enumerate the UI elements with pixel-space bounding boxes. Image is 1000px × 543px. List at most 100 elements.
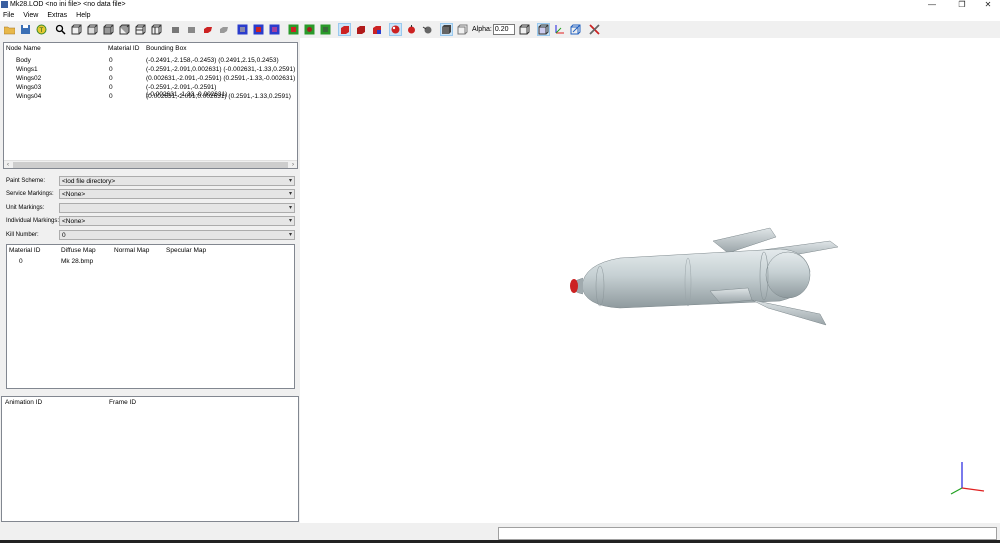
shaded-icon bbox=[172, 27, 179, 33]
menu-view[interactable]: View bbox=[23, 12, 38, 19]
axes-toggle-button[interactable] bbox=[553, 23, 566, 36]
view-back-button[interactable] bbox=[86, 23, 99, 36]
restore-button[interactable]: ❐ bbox=[952, 0, 972, 9]
settings-button[interactable] bbox=[588, 23, 601, 36]
animation-list[interactable]: Animation ID Frame ID bbox=[1, 396, 299, 522]
save-icon bbox=[21, 25, 30, 34]
column-header-node-name[interactable]: Node Name bbox=[6, 45, 41, 52]
unit-markings-select[interactable]: ▾ bbox=[59, 203, 295, 213]
light-2-button[interactable] bbox=[405, 23, 418, 36]
toolbar: T Alpha: 0.20 bbox=[0, 21, 1000, 38]
view-bottom-button[interactable] bbox=[150, 23, 163, 36]
light-3-button[interactable] bbox=[421, 23, 434, 36]
node-row-material: 0 bbox=[109, 75, 113, 82]
light-icon bbox=[408, 25, 415, 34]
service-markings-label: Service Markings: bbox=[6, 191, 54, 197]
column-header-diffuse-map[interactable]: Diffuse Map bbox=[61, 247, 96, 254]
shade-gray-button[interactable] bbox=[217, 23, 230, 36]
column-header-specular-map[interactable]: Specular Map bbox=[166, 247, 206, 254]
settings-icon bbox=[589, 24, 600, 35]
shaded-icon bbox=[188, 27, 195, 33]
minimize-button[interactable]: — bbox=[922, 0, 942, 9]
view-right-button[interactable] bbox=[118, 23, 131, 36]
green-frame-button[interactable] bbox=[287, 23, 300, 36]
node-list-scrollbar[interactable]: ‹ › bbox=[4, 160, 297, 168]
title-bar: Mk28.LOD <no ini file> <no data file> bbox=[0, 0, 1000, 9]
node-row-bbox: (0.002631,-2.091,-0.2591) (0.2591,-1.33,… bbox=[146, 75, 296, 82]
save-button[interactable] bbox=[19, 23, 32, 36]
shade-smooth-button[interactable] bbox=[185, 23, 198, 36]
chevron-down-icon: ▾ bbox=[288, 218, 292, 224]
red-blue-button[interactable] bbox=[370, 23, 383, 36]
node-row-name[interactable]: Wings02 bbox=[16, 75, 41, 82]
green-frame-3-button[interactable] bbox=[319, 23, 332, 36]
material-row-diffuse: Mk 28.bmp bbox=[61, 258, 94, 265]
menu-bar: File View Extras Help bbox=[0, 9, 1000, 21]
column-header-frame-id[interactable]: Frame ID bbox=[109, 399, 136, 406]
wireframe-icon bbox=[87, 24, 98, 35]
kill-number-label: Kill Number: bbox=[6, 232, 39, 238]
alpha-label: Alpha: bbox=[472, 26, 492, 33]
color-cube-icon bbox=[570, 24, 581, 35]
bbox-blue-button[interactable] bbox=[236, 23, 249, 36]
material-list[interactable]: Material ID Diffuse Map Normal Map Specu… bbox=[6, 244, 295, 389]
menu-extras[interactable]: Extras bbox=[47, 12, 67, 19]
open-button[interactable] bbox=[3, 23, 16, 36]
node-list[interactable]: Node Name Material ID Bounding Box Body … bbox=[3, 42, 298, 169]
column-header-normal-map[interactable]: Normal Map bbox=[114, 247, 149, 254]
view-top-button[interactable] bbox=[134, 23, 147, 36]
light-1-button[interactable] bbox=[389, 23, 402, 36]
3d-viewport[interactable] bbox=[300, 38, 1000, 523]
node-row-material: 0 bbox=[109, 57, 113, 64]
bounding-box-icon bbox=[519, 24, 530, 35]
zoom-fit-button[interactable] bbox=[54, 23, 67, 36]
close-button[interactable]: ✕ bbox=[978, 0, 998, 9]
red-object-button[interactable] bbox=[338, 23, 351, 36]
bbox-red-button[interactable] bbox=[252, 23, 265, 36]
unit-markings-label: Unit Markings: bbox=[6, 205, 45, 211]
shade-red-button[interactable] bbox=[201, 23, 214, 36]
color-cube-icon bbox=[457, 24, 468, 35]
node-row-bbox: (-0.2591,-2.091,0.002631) (-0.002631,-1.… bbox=[146, 66, 296, 73]
node-row-name[interactable]: Wings04 bbox=[16, 93, 41, 100]
service-markings-select[interactable]: <None> ▾ bbox=[59, 189, 295, 199]
bounding-box-icon bbox=[288, 24, 299, 35]
individual-markings-select[interactable]: <None> ▾ bbox=[59, 216, 295, 226]
material-row-id[interactable]: 0 bbox=[19, 258, 23, 265]
nose-tip bbox=[570, 279, 578, 293]
grid-toggle-button[interactable] bbox=[536, 23, 550, 36]
svg-text:T: T bbox=[39, 27, 44, 34]
red-object-2-button[interactable] bbox=[354, 23, 367, 36]
column-header-animation-id[interactable]: Animation ID bbox=[5, 399, 42, 406]
menu-file[interactable]: File bbox=[3, 12, 14, 19]
paint-scheme-value: <lod file directory> bbox=[62, 177, 116, 185]
bbox-purple-button[interactable] bbox=[268, 23, 281, 36]
shaded-icon bbox=[373, 26, 381, 34]
solid-cube-button[interactable] bbox=[440, 23, 453, 36]
menu-help[interactable]: Help bbox=[76, 12, 90, 19]
view-front-button[interactable] bbox=[70, 23, 83, 36]
texture-button[interactable]: T bbox=[35, 23, 48, 36]
kill-number-select[interactable]: 0 ▾ bbox=[59, 230, 295, 240]
normals-toggle-button[interactable] bbox=[569, 23, 582, 36]
column-header-bounding-box[interactable]: Bounding Box bbox=[146, 45, 186, 52]
bbox-toggle-button[interactable] bbox=[518, 23, 531, 36]
node-row-name[interactable]: Body bbox=[16, 57, 31, 64]
scroll-thumb[interactable] bbox=[13, 162, 288, 168]
paint-scheme-select[interactable]: <lod file directory> ▾ bbox=[59, 176, 295, 186]
scroll-left-icon[interactable]: ‹ bbox=[4, 161, 12, 169]
column-header-material-id[interactable]: Material ID bbox=[9, 247, 40, 254]
scroll-right-icon[interactable]: › bbox=[289, 161, 297, 169]
shaded-icon bbox=[220, 27, 228, 33]
shade-flat-button[interactable] bbox=[169, 23, 182, 36]
shaded-icon bbox=[341, 26, 349, 34]
node-row-name[interactable]: Wings1 bbox=[16, 66, 38, 73]
column-header-material-id[interactable]: Material ID bbox=[108, 45, 139, 52]
node-row-material: 0 bbox=[109, 66, 113, 73]
open-folder-icon bbox=[4, 26, 15, 35]
alpha-cube-button[interactable] bbox=[456, 23, 469, 36]
node-row-name[interactable]: Wings03 bbox=[16, 84, 41, 91]
view-left-button[interactable] bbox=[102, 23, 115, 36]
alpha-spinner[interactable]: 0.20 bbox=[492, 24, 515, 35]
green-frame-2-button[interactable] bbox=[303, 23, 316, 36]
